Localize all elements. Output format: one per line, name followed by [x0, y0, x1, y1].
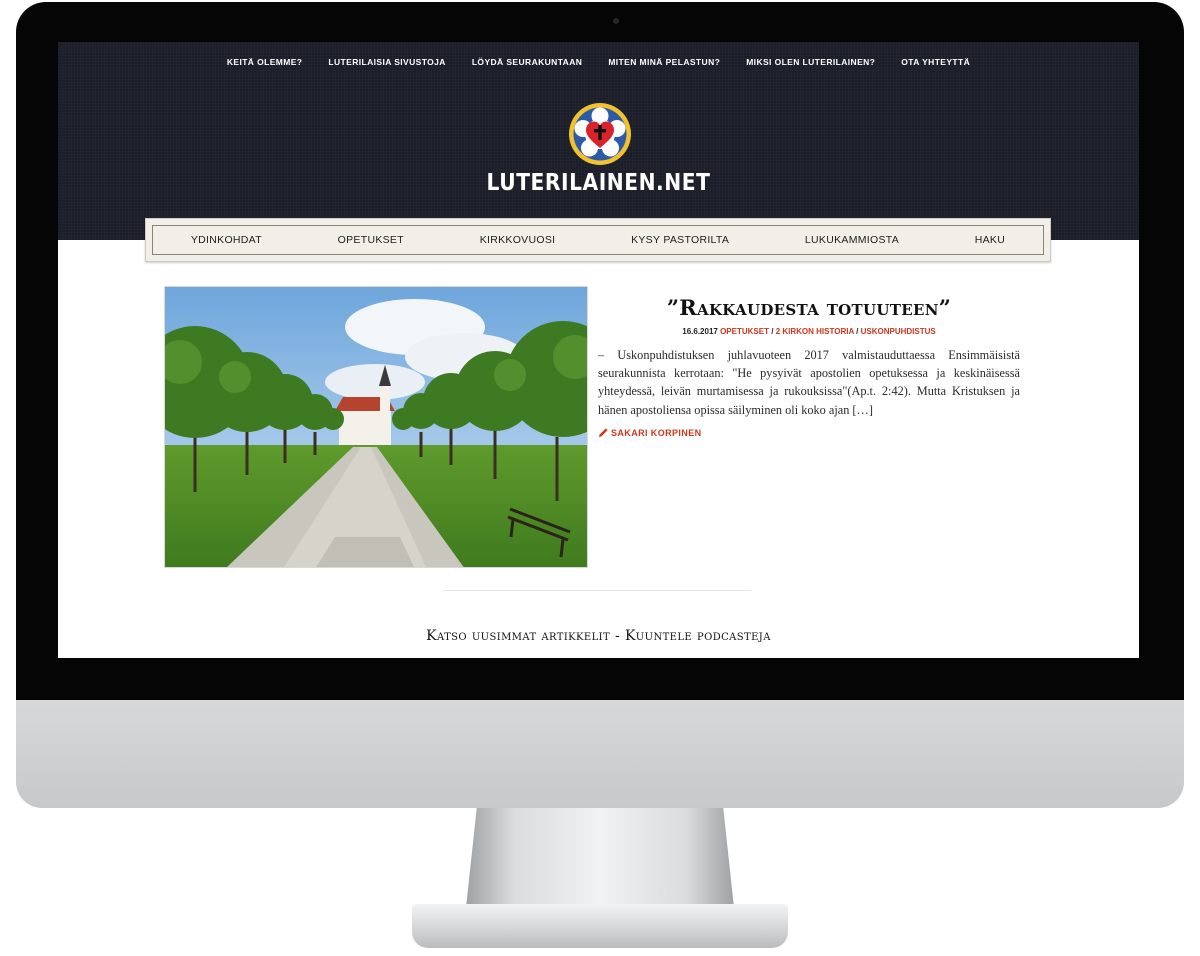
- monitor-chin: [16, 700, 1184, 808]
- pencil-icon: [599, 428, 608, 437]
- main-navigation-frame: YDINKOHDAT OPETUKSET KIRKKOVUOSI KYSY PA…: [152, 225, 1044, 255]
- podcasts-link[interactable]: Kuuntele podcasteja: [625, 628, 771, 644]
- top-navigation: KEITÄ OLEMME? LUTERILAISIA SIVUSTOJA LÖY…: [58, 54, 1139, 70]
- latest-articles-link[interactable]: Katso uusimmat artikkelit: [426, 628, 610, 644]
- category-link-opetukset[interactable]: OPETUKSET: [720, 327, 769, 336]
- main-nav-lukukammiosta[interactable]: LUKUKAMMIOSTA: [805, 234, 899, 246]
- top-nav-miksi-olen-luterilainen[interactable]: MIKSI OLEN LUTERILAINEN?: [746, 54, 875, 70]
- top-nav-miten-mina-pelastun[interactable]: MITEN MINÄ PELASTUN?: [608, 54, 720, 70]
- browser-viewport: KEITÄ OLEMME? LUTERILAISIA SIVUSTOJA LÖY…: [58, 42, 1139, 658]
- footer-separator: -: [614, 628, 621, 644]
- article-excerpt: – Uskonpuhdistuksen juhlavuoteen 2017 va…: [598, 348, 1020, 417]
- site-header: KEITÄ OLEMME? LUTERILAISIA SIVUSTOJA LÖY…: [58, 42, 1139, 240]
- site-title[interactable]: LUTERILAINEN.NET: [123, 170, 1074, 196]
- top-nav-luterilaisia-sivustoja[interactable]: LUTERILAISIA SIVUSTOJA: [328, 54, 445, 70]
- luther-rose-icon[interactable]: [568, 102, 632, 166]
- section-divider: [443, 590, 751, 591]
- category-link-kirkon-historia[interactable]: 2 KIRKON HISTORIA: [776, 327, 854, 336]
- main-nav-ydinkohdat[interactable]: YDINKOHDAT: [191, 234, 262, 246]
- top-nav-loyda-seurakuntaan[interactable]: LÖYDÄ SEURAKUNTAAN: [472, 54, 582, 70]
- monitor-base: [412, 904, 788, 948]
- category-separator: /: [856, 327, 859, 336]
- top-nav-ota-yhteytta[interactable]: OTA YHTEYTTÄ: [901, 54, 970, 70]
- category-link-uskonpuhdistus[interactable]: USKONPUHDISTUS: [861, 327, 936, 336]
- article-title[interactable]: ”Rakkaudesta totuuteen”: [598, 295, 1020, 320]
- monitor-stand: [466, 808, 734, 908]
- footer-links: Katso uusimmat artikkelit - Kuuntele pod…: [58, 628, 1139, 644]
- author-link[interactable]: SAKARI KORPINEN: [598, 427, 702, 439]
- category-separator: /: [771, 327, 774, 336]
- main-nav-kysy-pastorilta[interactable]: KYSY PASTORILTA: [631, 234, 729, 246]
- main-nav-opetukset[interactable]: OPETUKSET: [338, 234, 404, 246]
- main-nav-kirkkovuosi[interactable]: KIRKKOVUOSI: [480, 234, 556, 246]
- article-date: 16.6.2017: [682, 327, 718, 336]
- article-meta: 16.6.2017 OPETUKSET / 2 KIRKON HISTORIA …: [598, 327, 1020, 336]
- main-nav-haku[interactable]: HAKU: [975, 234, 1005, 246]
- article-featured-image[interactable]: [164, 286, 588, 568]
- main-navigation: YDINKOHDAT OPETUKSET KIRKKOVUOSI KYSY PA…: [145, 218, 1051, 262]
- church-park-photo: [165, 287, 587, 567]
- author-name: SAKARI KORPINEN: [611, 428, 702, 438]
- top-nav-keita-olemme[interactable]: KEITÄ OLEMME?: [227, 54, 303, 70]
- camera-dot: [613, 18, 619, 24]
